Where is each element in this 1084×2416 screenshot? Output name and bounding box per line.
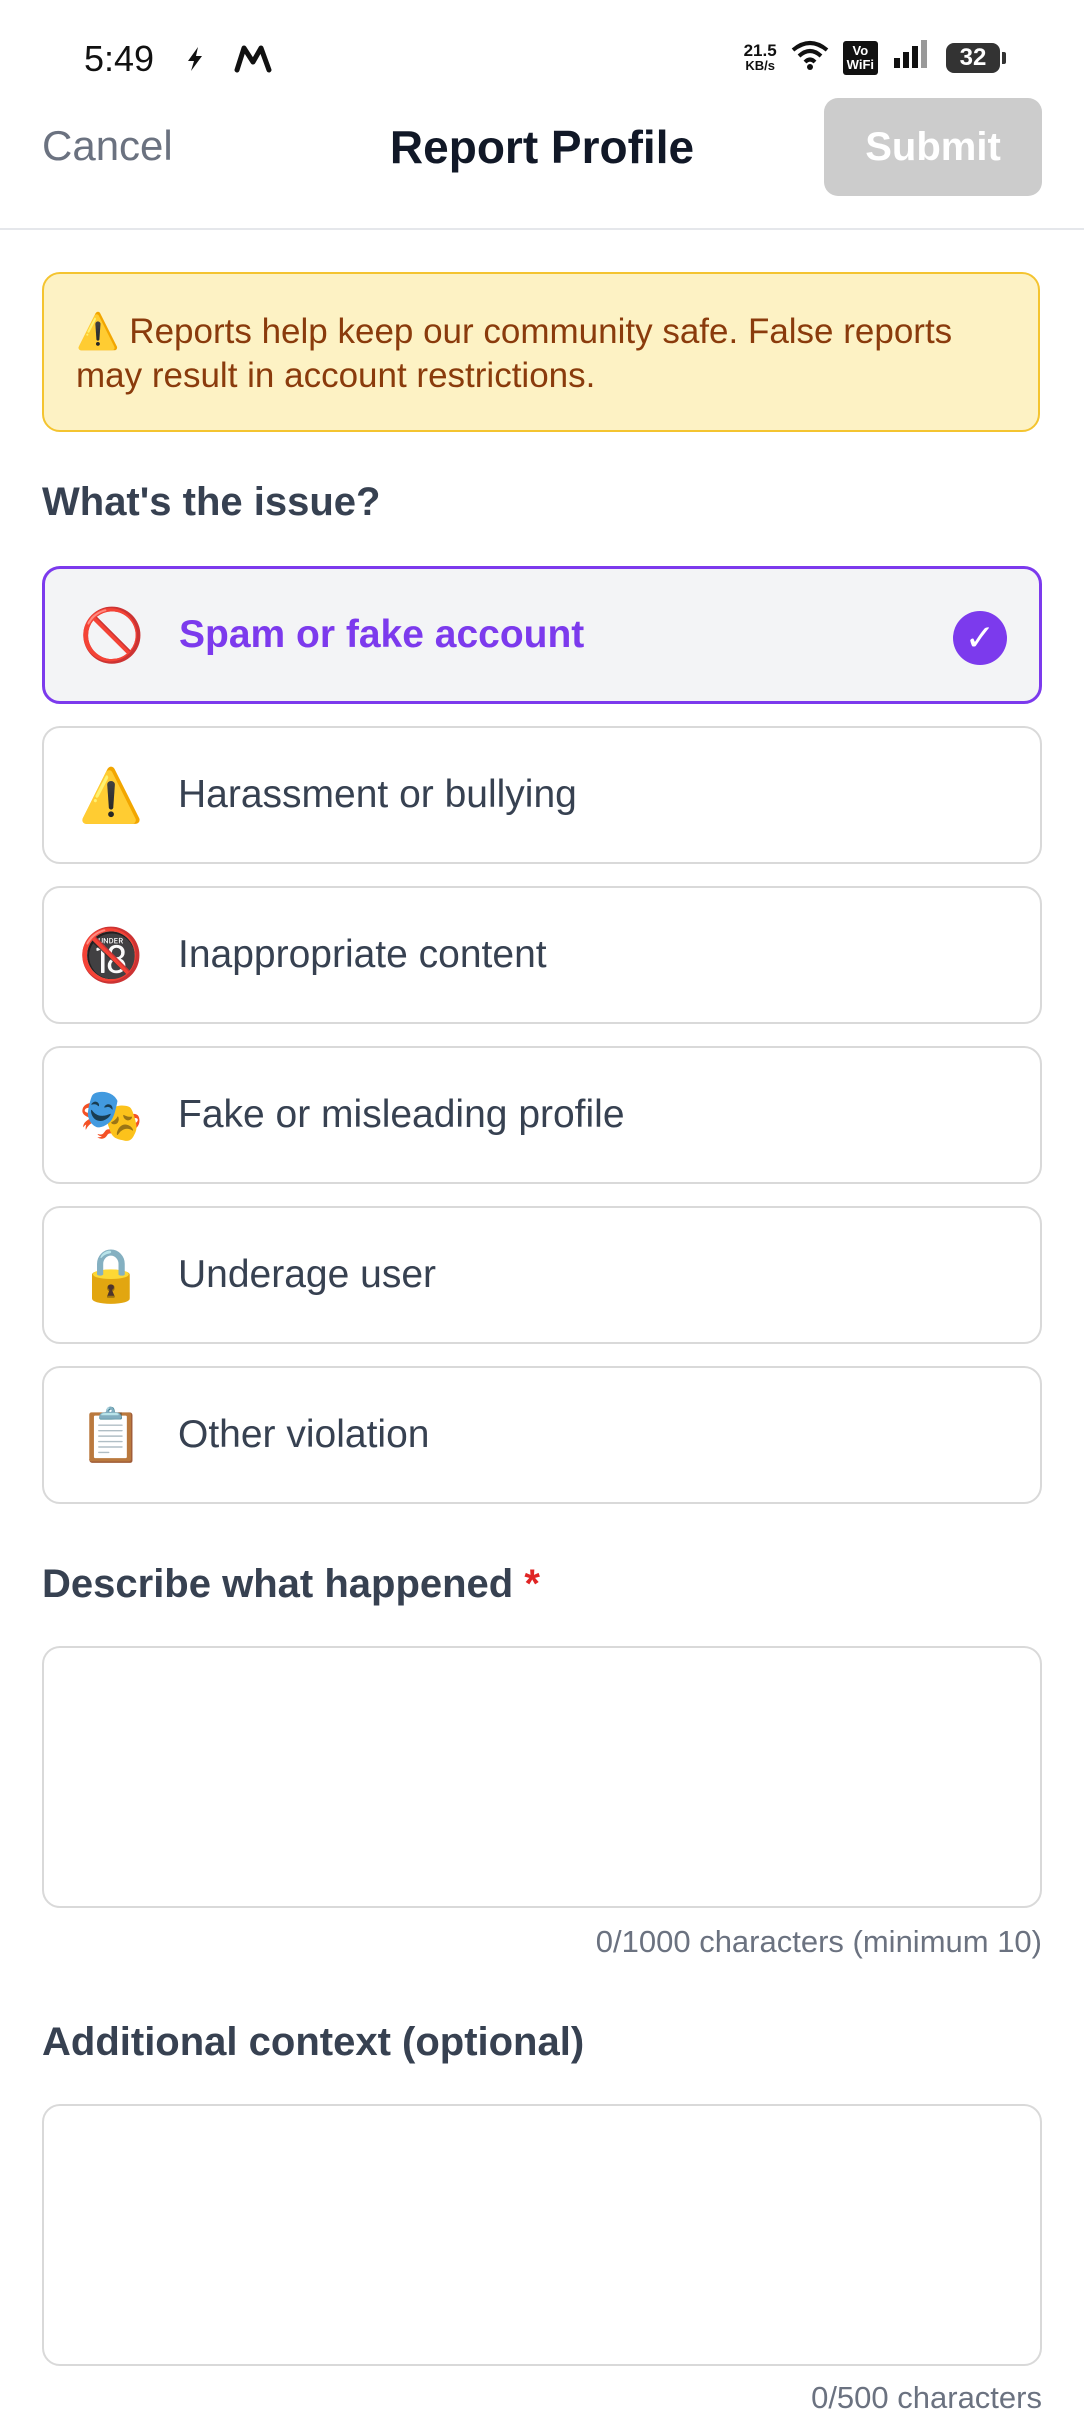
lock-icon: 🔒 bbox=[78, 1246, 144, 1305]
signal-icon bbox=[892, 40, 932, 75]
header: Cancel Report Profile Submit bbox=[0, 92, 1084, 230]
option-underage[interactable]: 🔒 Underage user bbox=[42, 1206, 1042, 1344]
check-icon: ✓ bbox=[953, 611, 1007, 665]
no-under-18-icon: 🔞 bbox=[78, 926, 144, 985]
status-indicators: 21.5 KB/s Vo WiFi 32 bbox=[743, 40, 1006, 75]
option-label: Other violation bbox=[178, 1413, 430, 1456]
option-label: Fake or misleading profile bbox=[178, 1093, 625, 1136]
option-spam[interactable]: 🚫 Spam or fake account ✓ bbox=[42, 566, 1042, 704]
option-label: Underage user bbox=[178, 1253, 436, 1296]
context-counter: 0/500 characters bbox=[811, 2380, 1042, 2415]
option-harassment[interactable]: ⚠️ Harassment or bullying bbox=[42, 726, 1042, 864]
prohibited-icon: 🚫 bbox=[79, 606, 145, 665]
vowifi-badge: Vo WiFi bbox=[842, 40, 878, 75]
issue-section-label: What's the issue? bbox=[42, 480, 381, 524]
status-time: 5:49 bbox=[84, 38, 155, 79]
warning-icon: ⚠️ bbox=[78, 766, 144, 825]
context-label: Additional context (optional) bbox=[42, 2020, 585, 2064]
battery-level: 32 bbox=[959, 43, 987, 71]
m-app-icon bbox=[234, 44, 274, 79]
context-input[interactable] bbox=[42, 2104, 1042, 2366]
flash-app-icon bbox=[180, 44, 210, 79]
status-bar: 5:49 21.5 KB/s Vo WiFi 32 bbox=[0, 0, 1084, 92]
option-label: Inappropriate content bbox=[178, 933, 547, 976]
vowifi-bottom: WiFi bbox=[846, 56, 874, 72]
option-label: Spam or fake account bbox=[179, 613, 585, 656]
theater-masks-icon: 🎭 bbox=[78, 1086, 144, 1145]
warning-banner: ⚠️ Reports help keep our community safe.… bbox=[42, 272, 1040, 432]
network-speed-unit: KB/s bbox=[745, 57, 775, 73]
wifi-icon bbox=[791, 40, 829, 75]
option-other[interactable]: 📋 Other violation bbox=[42, 1366, 1042, 1504]
battery-icon: 32 bbox=[946, 42, 1006, 73]
option-inappropriate[interactable]: 🔞 Inappropriate content bbox=[42, 886, 1042, 1024]
network-speed: 21.5 KB/s bbox=[743, 40, 777, 73]
option-fake-profile[interactable]: 🎭 Fake or misleading profile bbox=[42, 1046, 1042, 1184]
description-counter: 0/1000 characters (minimum 10) bbox=[595, 1924, 1042, 1959]
submit-button[interactable]: Submit bbox=[824, 98, 1042, 196]
vowifi-top: Vo bbox=[852, 42, 869, 58]
description-label: Describe what happened * bbox=[42, 1562, 540, 1607]
clipboard-icon: 📋 bbox=[78, 1406, 144, 1465]
network-speed-value: 21.5 bbox=[743, 40, 777, 60]
option-label: Harassment or bullying bbox=[178, 773, 577, 816]
description-input[interactable] bbox=[42, 1646, 1042, 1908]
description-label-text: Describe what happened bbox=[42, 1562, 514, 1606]
required-marker: * bbox=[524, 1562, 540, 1606]
